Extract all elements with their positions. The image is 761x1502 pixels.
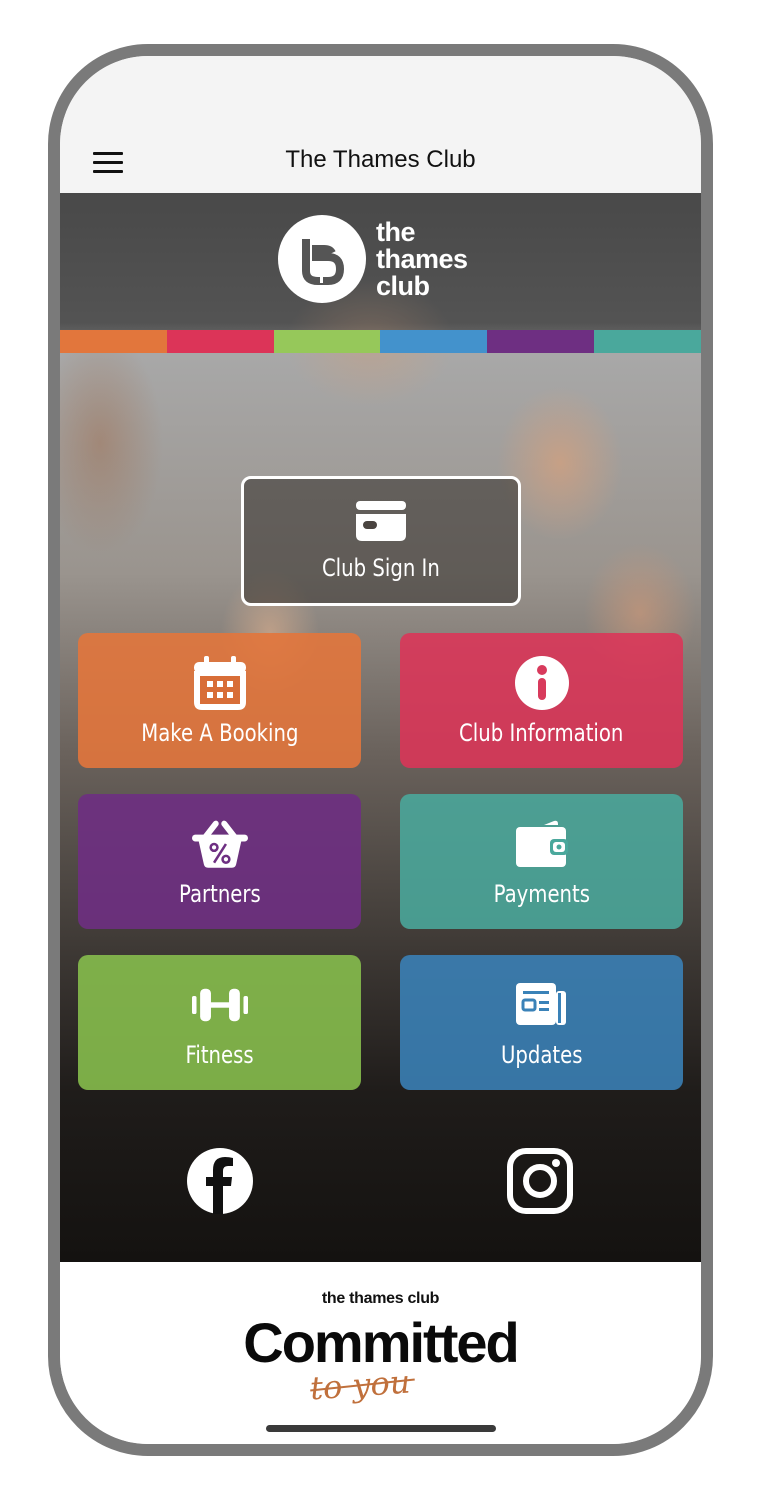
logo-text-the: the: [376, 216, 415, 247]
updates-label: Updates: [500, 1040, 583, 1069]
color-stripe-pink: [166, 330, 274, 353]
app-screen: The Thames Club the thames club Club Sig…: [60, 56, 701, 1444]
brand-color-bar: [60, 330, 701, 353]
facebook-icon[interactable]: [187, 1148, 253, 1214]
footer-to-you-text: to you: [308, 1362, 412, 1408]
payments-tile[interactable]: Payments: [400, 794, 683, 929]
club-logo: the thames club: [278, 215, 468, 303]
color-stripe-orange: [60, 330, 167, 353]
calendar-icon: [192, 655, 248, 711]
top-navbar: The Thames Club: [60, 56, 701, 193]
club-information-label: Club Information: [459, 718, 624, 747]
card-icon: [356, 500, 406, 546]
fitness-tile[interactable]: Fitness: [78, 955, 361, 1090]
make-a-booking-tile[interactable]: Make A Booking: [78, 633, 361, 768]
newspaper-icon: [514, 977, 570, 1033]
color-stripe-purple: [487, 330, 595, 353]
page-title: The Thames Club: [285, 146, 476, 173]
payments-label: Payments: [493, 879, 590, 908]
thames-club-logo-icon: [278, 215, 366, 303]
fitness-label: Fitness: [185, 1040, 254, 1069]
footer-banner: the thames club Committed to you: [60, 1262, 701, 1444]
club-sign-in-button[interactable]: Club Sign In: [241, 476, 521, 606]
updates-tile[interactable]: Updates: [400, 955, 683, 1090]
phone-frame: The Thames Club the thames club Club Sig…: [48, 44, 713, 1456]
wallet-icon: [514, 816, 570, 872]
home-indicator[interactable]: [266, 1425, 496, 1432]
hero-background: the thames club Club Sign In Make A Book…: [60, 193, 701, 1262]
color-stripe-teal: [594, 330, 701, 353]
footer-brand-text: the thames club: [321, 1290, 440, 1307]
basket-percent-icon: [191, 816, 248, 872]
make-a-booking-label: Make A Booking: [140, 718, 299, 747]
instagram-icon[interactable]: [507, 1148, 573, 1214]
logo-text-club: club: [376, 270, 430, 301]
club-sign-in-label: Club Sign In: [322, 553, 440, 582]
logo-text-thames: thames: [376, 243, 468, 274]
info-icon: [514, 655, 570, 711]
dumbbell-icon: [191, 977, 248, 1033]
club-information-tile[interactable]: Club Information: [400, 633, 683, 768]
partners-tile[interactable]: Partners: [78, 794, 361, 929]
partners-label: Partners: [178, 879, 261, 908]
color-stripe-green: [273, 330, 381, 353]
color-stripe-blue: [380, 330, 488, 353]
